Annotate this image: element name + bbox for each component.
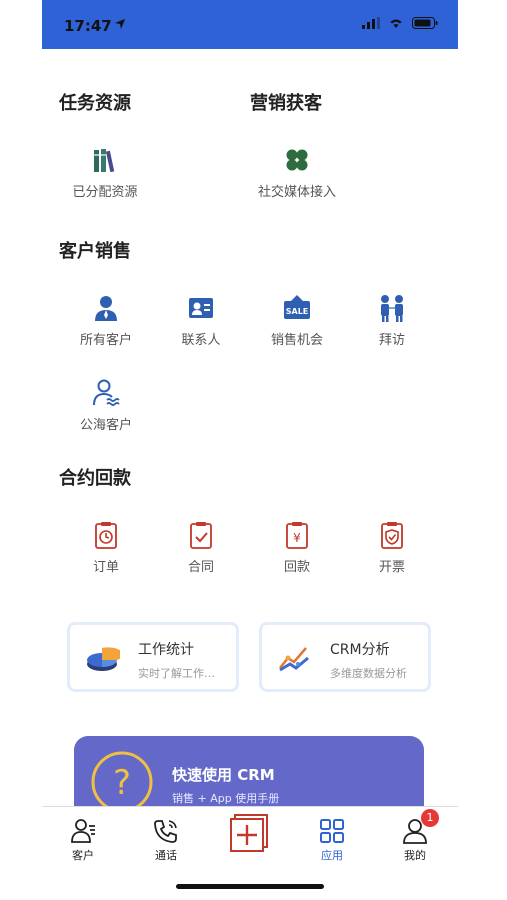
grid-item-all-customers[interactable]: 所有客户 [61,293,151,348]
analysis-chart-icon [279,647,309,672]
section-title-contract-payment: 合约回款 [59,468,131,489]
clipboard-yen-icon: ¥ [286,522,308,549]
card-crm-analysis[interactable]: CRM分析 多维度数据分析 [259,622,431,692]
wifi-icon [390,19,402,28]
meeting-icon [381,295,403,322]
signal-icon [362,17,380,29]
grid-item-label: 销售机会 [270,333,323,348]
grid-item-label: 已分配资源 [72,185,138,200]
person-icon [95,296,117,321]
grid-item-label: 拜访 [378,333,405,348]
grid-item-label: 订单 [92,560,119,575]
grid-item-label: 社交媒体接入 [257,185,336,200]
card-work-statistics[interactable]: 工作统计 实时了解工作… [67,622,239,692]
grid-item-visit[interactable]: 拜访 [347,293,437,348]
svg-text:¥: ¥ [293,531,301,545]
banner-subtitle: 销售 + App 使用手册 [172,792,280,805]
tab-bar: 客户 通话 应用 1 我的 [42,806,458,869]
contact-card-icon [189,298,213,318]
add-tab-icon [230,814,268,852]
tab-add[interactable] [220,813,280,855]
tab-calls[interactable]: 通话 [136,817,196,863]
tab-apps[interactable]: 应用 [302,817,362,863]
card-subtitle: 多维度数据分析 [330,667,407,680]
clipboard-check-icon [190,522,212,549]
grid-item-label: 回款 [283,560,310,575]
books-icon [94,149,115,173]
grid-item-orders[interactable]: 订单 [61,520,151,575]
status-icons [362,17,438,29]
customer-tab-icon [71,819,95,843]
svg-text:SALE: SALE [286,307,309,316]
clover-icon [286,149,308,171]
card-subtitle: 实时了解工作… [138,667,215,680]
grid-item-label: 合同 [187,560,214,575]
location-arrow-icon [115,19,125,29]
notification-badge: 1 [421,809,439,827]
grid-item-contracts[interactable]: 合同 [156,520,246,575]
sale-tag-icon: SALE [284,295,310,319]
grid-item-invoice[interactable]: 开票 [347,520,437,575]
grid-item-contacts[interactable]: 联系人 [156,293,246,348]
tab-label: 我的 [404,849,426,862]
banner-title: 快速使用 CRM [172,766,275,784]
section-title-marketing: 营销获客 [250,93,322,114]
tab-label: 应用 [321,849,343,862]
clipboard-clock-icon [95,522,117,549]
tab-customers[interactable]: 客户 [53,817,113,863]
question-icon: ? [91,751,153,813]
tab-label: 客户 [72,849,94,862]
battery-icon [412,17,438,29]
quick-start-banner[interactable]: ? 快速使用 CRM 销售 + App 使用手册 [74,736,424,816]
pie-chart-icon [87,647,120,671]
clipboard-shield-icon [381,522,403,549]
grid-item-public-customers[interactable]: 公海客户 [61,378,151,433]
section-title-task-resources: 任务资源 [59,93,131,114]
grid-item-label: 所有客户 [79,333,132,348]
tab-mine[interactable]: 1 我的 [385,809,445,863]
card-title: 工作统计 [138,642,194,658]
app-frame: 17:47 任务资源 已分配资源 营销获客 社交媒体接入 客户销售 所有客户 联… [42,0,458,900]
grid-item-assigned-resources[interactable]: 已分配资源 [60,145,150,200]
card-title: CRM分析 [330,642,390,658]
grid-apps-icon [320,819,344,843]
home-indicator [176,884,324,889]
grid-item-label: 联系人 [181,333,221,348]
tab-label: 通话 [155,849,177,862]
grid-item-payments[interactable]: ¥ 回款 [252,520,342,575]
grid-item-label: 公海客户 [79,418,132,433]
grid-item-label: 开票 [378,560,405,575]
phone-tab-icon [154,820,177,843]
grid-item-social-media[interactable]: 社交媒体接入 [252,145,342,200]
section-title-customer-sales: 客户销售 [59,241,131,262]
status-time: 17:47 [64,17,112,35]
grid-item-sales-opportunity[interactable]: SALE 销售机会 [252,293,342,348]
status-bar: 17:47 [42,0,458,49]
svg-text:?: ? [113,763,131,803]
public-customer-icon [93,379,120,406]
